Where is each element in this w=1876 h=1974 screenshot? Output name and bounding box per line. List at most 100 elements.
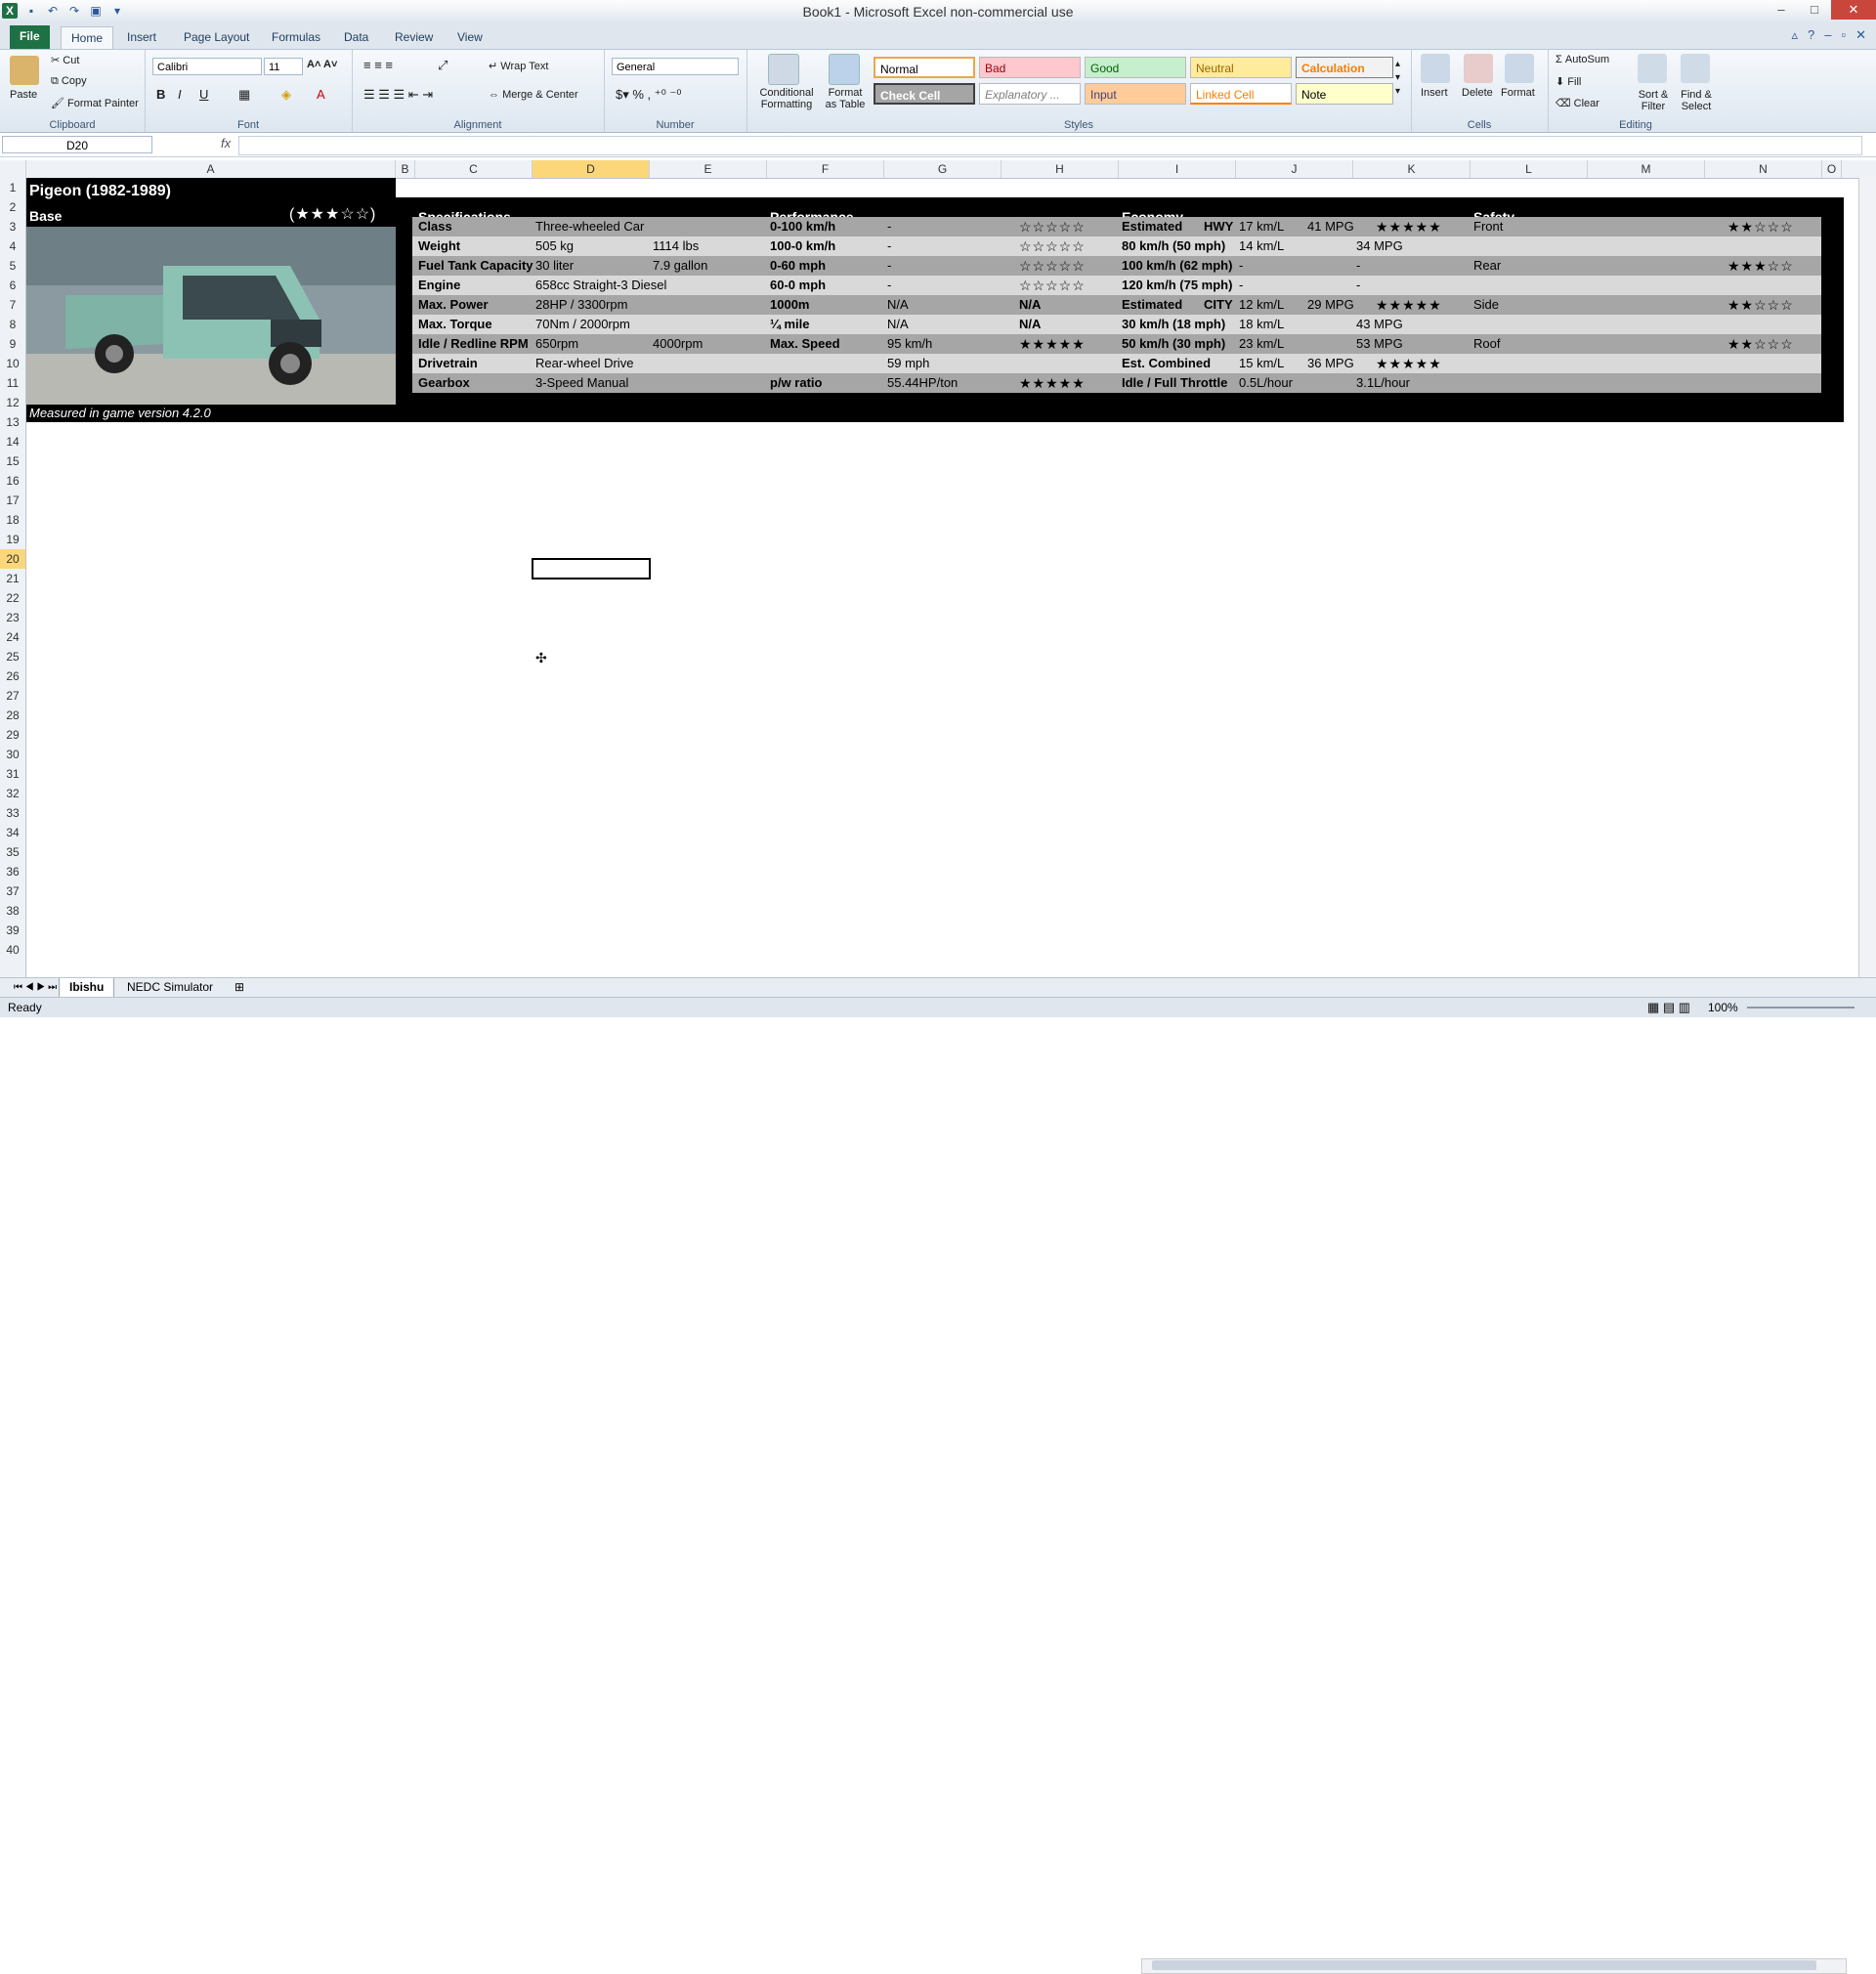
row-header-6[interactable]: 6	[0, 276, 25, 295]
econ-value[interactable]: 15 km/L	[1239, 354, 1284, 373]
hscroll-thumb[interactable]	[1152, 1960, 1816, 1970]
spec-value[interactable]: 28HP / 3300rpm	[535, 295, 627, 315]
row-header-3[interactable]: 3	[0, 217, 25, 236]
sort-filter-icon[interactable]	[1638, 54, 1667, 83]
underline-icon[interactable]: U	[199, 87, 208, 102]
tab-view[interactable]: View	[448, 26, 492, 48]
row-header-12[interactable]: 12	[0, 393, 25, 412]
econ-value-mpg[interactable]: 53 MPG	[1356, 334, 1403, 354]
row-header-30[interactable]: 30	[0, 745, 25, 764]
insert-cells-button[interactable]: Insert	[1421, 87, 1448, 99]
row-header-17[interactable]: 17	[0, 491, 25, 510]
fill-color-icon[interactable]: ◈	[281, 87, 291, 103]
econ-value[interactable]: 23 km/L	[1239, 334, 1284, 354]
spec-label[interactable]: Class	[418, 217, 452, 236]
row-header-4[interactable]: 4	[0, 236, 25, 256]
spec-value[interactable]: Three-wheeled Car	[535, 217, 644, 236]
perf-value[interactable]: 55.44HP/ton	[887, 373, 958, 393]
grow-font-icon[interactable]: A˄ A˅	[307, 59, 337, 70]
format-cells-icon[interactable]	[1505, 54, 1534, 83]
econ-value-alt[interactable]: 29 MPG	[1307, 295, 1354, 315]
format-cells-button[interactable]: Format	[1501, 87, 1535, 99]
column-header-a[interactable]: A	[26, 160, 396, 178]
sort-filter-button[interactable]: Sort & Filter	[1632, 89, 1675, 112]
delete-cells-button[interactable]: Delete	[1462, 87, 1493, 99]
row-header-27[interactable]: 27	[0, 686, 25, 706]
wb-minimize-icon[interactable]: –	[1824, 27, 1831, 43]
maximize-button[interactable]: □	[1798, 0, 1831, 20]
new-sheet-icon[interactable]: ⊞	[225, 978, 254, 997]
clear-button[interactable]: ⌫ Clear	[1556, 97, 1599, 109]
row-header-29[interactable]: 29	[0, 725, 25, 745]
help-icon[interactable]: ?	[1808, 27, 1814, 43]
column-header-m[interactable]: M	[1588, 160, 1705, 178]
perf-value[interactable]: 59 mph	[887, 354, 929, 373]
wrap-text-button[interactable]: ↵ Wrap Text	[489, 60, 548, 72]
perf-stars[interactable]: ☆☆☆☆☆	[1019, 276, 1086, 295]
zoom-slider[interactable]	[1747, 1007, 1855, 1008]
perf-stars[interactable]: N/A	[1019, 295, 1041, 315]
econ-label[interactable]: 50 km/h (30 mph)	[1122, 334, 1225, 354]
style-bad[interactable]: Bad	[979, 57, 1081, 78]
perf-label[interactable]: 0-100 km/h	[770, 217, 835, 236]
car-variant[interactable]: Base	[29, 206, 62, 226]
copy-button[interactable]: ⧉ Copy	[51, 75, 87, 88]
row-header-40[interactable]: 40	[0, 940, 25, 960]
row-header-7[interactable]: 7	[0, 295, 25, 315]
row-header-21[interactable]: 21	[0, 569, 25, 588]
row-header-14[interactable]: 14	[0, 432, 25, 451]
spec-value-alt[interactable]: 4000rpm	[653, 334, 703, 354]
row-header-22[interactable]: 22	[0, 588, 25, 608]
align-left-icon[interactable]: ☰ ☰ ☰ ⇤ ⇥	[363, 87, 433, 103]
econ-sublabel[interactable]: HWY	[1204, 217, 1233, 236]
tab-formulas[interactable]: Formulas	[262, 26, 330, 48]
close-button[interactable]: ✕	[1831, 0, 1876, 20]
row-header-24[interactable]: 24	[0, 627, 25, 647]
align-top-icon[interactable]: ≡ ≡ ≡	[363, 58, 393, 72]
spec-value-alt[interactable]: 1114 lbs	[653, 236, 699, 256]
econ-value[interactable]: -	[1239, 256, 1243, 276]
row-header-16[interactable]: 16	[0, 471, 25, 491]
perf-value[interactable]: -	[887, 236, 891, 256]
row-header-37[interactable]: 37	[0, 881, 25, 901]
orientation-icon[interactable]: ⤢	[438, 58, 448, 73]
perf-label[interactable]: 0-60 mph	[770, 256, 826, 276]
econ-label[interactable]: 120 km/h (75 mph)	[1122, 276, 1232, 295]
row-header-35[interactable]: 35	[0, 842, 25, 862]
italic-icon[interactable]: I	[178, 87, 182, 102]
conditional-formatting-button[interactable]: Conditional Formatting	[752, 87, 821, 110]
safety-label[interactable]: Front	[1473, 217, 1503, 236]
row-header-2[interactable]: 2	[0, 197, 25, 217]
row-header-11[interactable]: 11	[0, 373, 25, 393]
column-header-c[interactable]: C	[415, 160, 533, 178]
style-calculation[interactable]: Calculation	[1296, 57, 1393, 78]
column-header-o[interactable]: O	[1822, 160, 1842, 178]
econ-label[interactable]: Est. Combined	[1122, 354, 1211, 373]
safety-label[interactable]: Roof	[1473, 334, 1500, 354]
perf-stars[interactable]: N/A	[1019, 315, 1041, 334]
car-rating[interactable]: (★★★☆☆)	[289, 205, 376, 225]
perf-stars[interactable]: ☆☆☆☆☆	[1019, 236, 1086, 256]
tab-insert[interactable]: Insert	[117, 26, 166, 48]
row-header-32[interactable]: 32	[0, 784, 25, 803]
perf-stars[interactable]: ☆☆☆☆☆	[1019, 217, 1086, 236]
spec-value[interactable]: 505 kg	[535, 236, 574, 256]
paste-icon[interactable]	[10, 56, 39, 85]
perf-stars[interactable]: ★★★★★	[1019, 334, 1086, 354]
row-header-9[interactable]: 9	[0, 334, 25, 354]
econ-value-mpg[interactable]: 3.1L/hour	[1356, 373, 1410, 393]
econ-stars[interactable]: ★★★★★	[1376, 354, 1442, 373]
find-select-icon[interactable]	[1681, 54, 1710, 83]
perf-value[interactable]: -	[887, 256, 891, 276]
econ-sublabel[interactable]: CITY	[1204, 295, 1233, 315]
econ-label[interactable]: Idle / Full Throttle	[1122, 373, 1227, 393]
econ-value[interactable]: 17 km/L	[1239, 217, 1284, 236]
column-header-i[interactable]: I	[1119, 160, 1236, 178]
zoom-level[interactable]: 100%	[1708, 998, 1738, 1017]
merge-center-button[interactable]: ⇔ Merge & Center	[489, 89, 578, 101]
row-header-36[interactable]: 36	[0, 862, 25, 881]
fill-button[interactable]: ⬇ Fill	[1556, 75, 1581, 88]
font-size-select[interactable]: 11	[264, 58, 303, 75]
sheet-tab-nedc[interactable]: NEDC Simulator	[117, 978, 223, 997]
spec-label[interactable]: Max. Torque	[418, 315, 492, 334]
